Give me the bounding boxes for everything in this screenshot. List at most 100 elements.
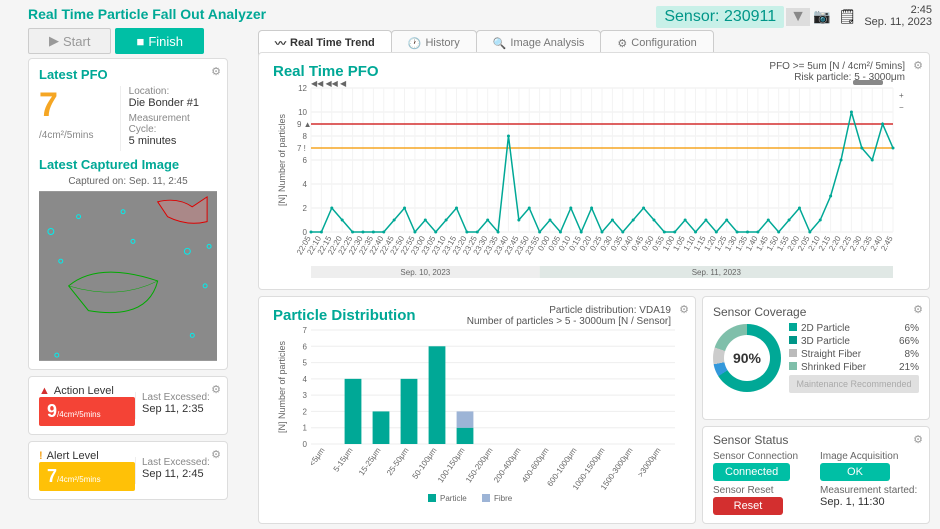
latest-pfo-value: 7 — [39, 86, 58, 125]
chart-sub: PFO >= 5um [N / 4cm²/ 5mins] Risk partic… — [769, 61, 905, 83]
line-chart-svg: 0246810129 ▲7 !22:0522:1022:1522:2022:25… — [273, 80, 917, 280]
img-status: OK — [820, 463, 890, 481]
svg-text:2:45: 2:45 — [879, 234, 895, 252]
svg-text:2: 2 — [303, 204, 308, 213]
svg-text:<5μm: <5μm — [308, 446, 327, 468]
particle-distribution-chart: ⚙ Particle Distribution Particle distrib… — [258, 296, 696, 524]
svg-text:Fibre: Fibre — [494, 494, 513, 503]
meas-value: Sep. 1, 11:30 — [820, 496, 919, 508]
reset-button[interactable]: Reset — [713, 497, 783, 515]
latest-pfo-unit: /4cm²/5mins — [39, 130, 93, 141]
legend-item: Shrinked Fiber21% — [789, 362, 919, 373]
legend-item: 3D Particle66% — [789, 336, 919, 347]
finish-button[interactable]: ■Finish — [115, 28, 204, 54]
sensor-status-panel: ⚙ Sensor Status Sensor Connection Connec… — [702, 426, 930, 524]
captured-title: Latest Captured Image — [39, 157, 217, 172]
svg-text:400-600μm: 400-600μm — [520, 446, 551, 485]
stop-icon: ■ — [136, 34, 144, 49]
maintenance-button: Maintenance Recommended — [789, 375, 919, 393]
gear-icon[interactable]: ⚙ — [679, 303, 689, 316]
svg-text:2: 2 — [303, 407, 308, 416]
time: 2:45 — [864, 4, 932, 16]
alert-badge: 7/4cm²/5mins — [39, 462, 135, 491]
svg-text:Particle: Particle — [440, 494, 467, 503]
alert-icon: ! — [39, 450, 43, 462]
alert-last: Sep 11, 2:45 — [142, 468, 217, 480]
svg-text:+: + — [899, 91, 904, 100]
reset-label: Sensor Reset — [713, 485, 812, 496]
svg-text:25-50μm: 25-50μm — [385, 446, 411, 477]
alert-level-panel: ⚙ !Alert Level 7/4cm²/5mins Last Excesse… — [28, 441, 228, 500]
svg-text:[N] Number of particles: [N] Number of particles — [277, 340, 287, 433]
captured-sub: Captured on: Sep. 11, 2:45 — [39, 176, 217, 187]
bar-chart-svg: 0 1 2 3 4 5 6 7 <5μm 5-15μm15-25μm25-50μm50-100μm… — [273, 324, 683, 504]
warning-icon: ▲ — [39, 385, 50, 397]
coverage-donut: 90% — [713, 324, 781, 392]
gear-icon: ⚙ — [617, 37, 627, 50]
camera-icon[interactable]: 📷 — [813, 8, 830, 25]
chevron-down-icon[interactable]: ▼ — [786, 8, 810, 26]
svg-text:5-15μm: 5-15μm — [332, 446, 355, 474]
svg-text:8: 8 — [303, 132, 308, 141]
svg-text:Sep. 10, 2023: Sep. 10, 2023 — [400, 268, 450, 277]
location-label: Location: — [129, 86, 217, 97]
cycle-value: 5 minutes — [129, 135, 217, 147]
svg-text:1: 1 — [303, 424, 308, 433]
pulse-icon: 〰 — [275, 35, 286, 51]
svg-text:3: 3 — [303, 391, 308, 400]
svg-text:6: 6 — [303, 156, 308, 165]
date: Sep. 11, 2023 — [864, 16, 932, 28]
datetime-display: 2:45 Sep. 11, 2023 — [864, 4, 932, 28]
realtime-pfo-chart: ⚙ Real Time PFO PFO >= 5um [N / 4cm²/ 5m… — [258, 52, 930, 290]
conn-status: Connected — [713, 463, 790, 481]
action-level-panel: ⚙ ▲ Action Level 9/4cm²/5mins Last Excess… — [28, 376, 228, 435]
meas-label: Measurement started: — [820, 485, 919, 496]
gear-icon[interactable]: ⚙ — [211, 448, 221, 461]
svg-text:7: 7 — [303, 326, 308, 335]
svg-text:100-150μm: 100-150μm — [436, 446, 467, 485]
svg-text:150-200μm: 150-200μm — [464, 446, 495, 485]
svg-text:[N] Number of particles: [N] Number of particles — [277, 113, 287, 206]
status-title: Sensor Status — [713, 433, 919, 447]
action-last-label: Last Excessed: — [142, 392, 217, 403]
svg-text:50-100μm: 50-100μm — [411, 446, 439, 481]
svg-text:12: 12 — [298, 84, 307, 93]
gear-icon[interactable]: ⚙ — [211, 65, 221, 78]
svg-text:0: 0 — [303, 440, 308, 449]
action-badge: 9/4cm²/5mins — [39, 397, 135, 426]
search-icon: 🔍 — [493, 37, 507, 50]
gear-icon[interactable]: ⚙ — [211, 383, 221, 396]
svg-text:−: − — [899, 103, 904, 112]
svg-text:5: 5 — [303, 359, 308, 368]
svg-text:9 ▲: 9 ▲ — [297, 120, 312, 129]
dist-sub: Particle distribution: VDA19 Number of p… — [467, 305, 671, 327]
alert-title: Alert Level — [47, 450, 99, 462]
svg-text:>3000μm: >3000μm — [636, 446, 663, 479]
svg-text:4: 4 — [303, 180, 308, 189]
img-label: Image Acquisition — [820, 451, 919, 462]
svg-text:15-25μm: 15-25μm — [357, 446, 383, 477]
svg-text:Sep. 11, 2023: Sep. 11, 2023 — [692, 268, 742, 277]
sensor-badge[interactable]: Sensor: 230911 — [656, 6, 784, 28]
captured-image — [39, 191, 217, 361]
action-last: Sep 11, 2:35 — [142, 403, 217, 415]
clock-icon: 🕐 — [408, 37, 422, 50]
coverage-title: Sensor Coverage — [713, 305, 919, 319]
gear-icon[interactable]: ⚙ — [913, 59, 923, 72]
svg-text:4: 4 — [303, 375, 308, 384]
latest-pfo-title: Latest PFO — [39, 67, 217, 82]
cycle-label: Measurement Cycle: — [129, 113, 217, 135]
list-icon[interactable]: 🗒 — [839, 8, 857, 25]
play-icon: ▶ — [49, 33, 59, 49]
action-title: Action Level — [54, 385, 114, 397]
latest-pfo-panel: ⚙ Latest PFO 7/4cm²/5mins Location: Die … — [28, 58, 228, 370]
start-button[interactable]: ▶Start — [28, 28, 111, 54]
gear-icon[interactable]: ⚙ — [913, 303, 923, 316]
svg-text:◀◀ ◀◀ ◀: ◀◀ ◀◀ ◀ — [311, 80, 347, 88]
svg-text:6: 6 — [303, 342, 308, 351]
app-title: Real Time Particle Fall Out Analyzer — [28, 6, 266, 22]
svg-text:200-400μm: 200-400μm — [492, 446, 523, 485]
conn-label: Sensor Connection — [713, 451, 812, 462]
svg-text:7 !: 7 ! — [297, 144, 306, 153]
gear-icon[interactable]: ⚙ — [913, 433, 923, 446]
